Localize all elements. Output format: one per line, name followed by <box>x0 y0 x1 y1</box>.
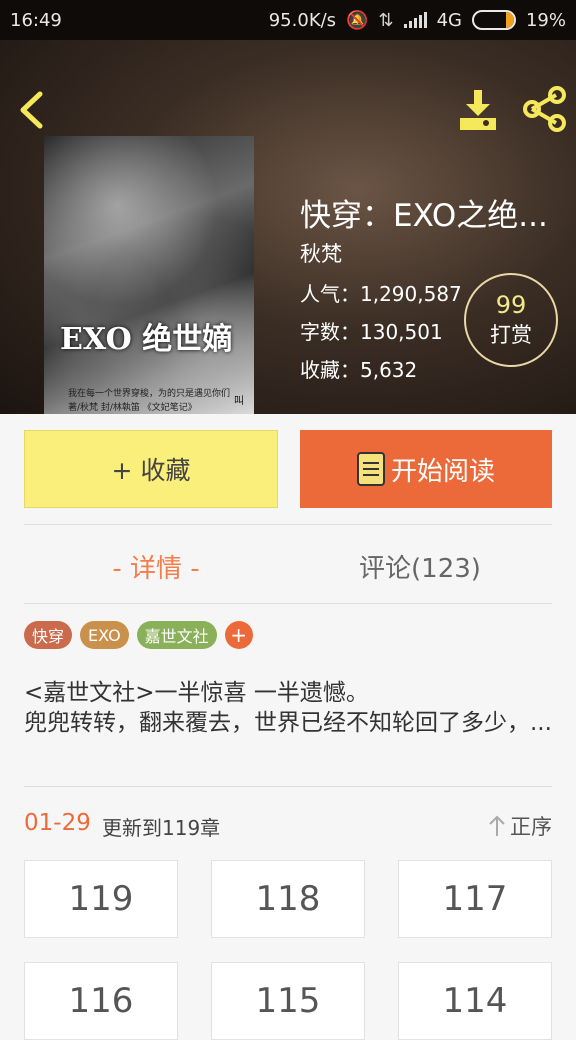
sort-order-button[interactable]: 正序 <box>488 811 552 841</box>
status-indicators: 95.0K/s 🔕 ⇅ 4G 19% <box>269 10 566 31</box>
book-icon <box>356 452 385 486</box>
tag[interactable]: EXO <box>80 621 129 649</box>
sort-order-label: 正序 <box>510 815 552 839</box>
book-author[interactable]: 秋梵 <box>300 238 342 268</box>
network-type: 4G <box>436 9 462 31</box>
cover-subtitle: 我在每一个世界穿梭，为的只是遇见你们 <box>68 389 231 399</box>
tag[interactable]: 快穿 <box>24 621 73 649</box>
book-header: EXO 绝世嫡 我在每一个世界穿梭，为的只是遇见你们 著/秋梵 封/林執笛 《文… <box>0 40 576 414</box>
data-transfer-icon: ⇅ <box>378 9 394 31</box>
share-icon <box>523 86 566 132</box>
status-time: 16:49 <box>10 9 62 31</box>
signal-icon <box>403 12 427 28</box>
back-icon <box>20 91 43 129</box>
chapter-button[interactable]: 117 <box>398 860 552 938</box>
chapter-button[interactable]: 119 <box>24 860 178 938</box>
popularity-stat: 人气：1,290,587 <box>300 282 462 306</box>
tag-list: 快穿 EXO 嘉世文社 + <box>24 621 253 649</box>
tag[interactable]: 嘉世文社 <box>136 621 217 649</box>
chapter-button[interactable]: 114 <box>398 962 552 1040</box>
reward-button[interactable]: 99 打赏 <box>464 273 558 367</box>
arrow-up-icon <box>489 815 505 836</box>
cover-mark: 叫 <box>234 396 244 407</box>
start-reading-button[interactable]: 开始阅读 <box>300 430 552 508</box>
reward-label: 打赏 <box>490 323 532 347</box>
chapter-button[interactable]: 115 <box>211 962 365 1040</box>
tab-comments[interactable]: 评论(123) <box>288 548 552 585</box>
start-reading-label: 开始阅读 <box>390 456 495 487</box>
reward-count: 99 <box>495 291 527 319</box>
tab-detail[interactable]: - 详情 - <box>24 548 288 585</box>
cover-art <box>44 136 254 414</box>
chapter-button[interactable]: 116 <box>24 962 178 1040</box>
book-description[interactable]: <嘉世文社>一半惊喜 一半遗憾。 兜兜转转，翻来覆去，世界已经不知轮回了多少，..… <box>24 678 554 738</box>
share-button[interactable] <box>520 86 568 132</box>
battery-percent: 19% <box>525 9 566 31</box>
battery-icon <box>471 10 516 30</box>
download-icon <box>460 90 496 130</box>
divider <box>24 603 552 604</box>
add-to-favorites-button[interactable]: + 收藏 <box>24 430 278 508</box>
chapter-button[interactable]: 118 <box>211 860 365 938</box>
favorites-stat: 收藏：5,632 <box>300 358 418 382</box>
net-speed: 95.0K/s <box>268 9 337 31</box>
update-date: 01-29 <box>24 810 91 836</box>
cover-credits: 著/秋梵 封/林執笛 《文妃笔记》 <box>68 403 197 413</box>
status-bar: 16:49 95.0K/s 🔕 ⇅ 4G 19% <box>0 0 576 40</box>
battery-fill <box>506 12 514 28</box>
cover-title: EXO 绝世嫡 <box>60 322 233 357</box>
divider <box>24 786 552 787</box>
update-text: 更新到119章 <box>102 816 221 840</box>
mute-icon: 🔕 <box>346 9 369 31</box>
word-count-stat: 字数：130,501 <box>300 320 443 344</box>
book-title: 快穿：EXO之绝... <box>300 198 548 234</box>
download-button[interactable] <box>456 88 500 132</box>
divider <box>24 524 552 525</box>
back-button[interactable] <box>14 90 48 130</box>
favorite-label: + 收藏 <box>111 456 191 485</box>
add-tag-button[interactable]: + <box>224 621 253 649</box>
book-cover[interactable]: EXO 绝世嫡 我在每一个世界穿梭，为的只是遇见你们 著/秋梵 封/林執笛 《文… <box>44 136 254 414</box>
